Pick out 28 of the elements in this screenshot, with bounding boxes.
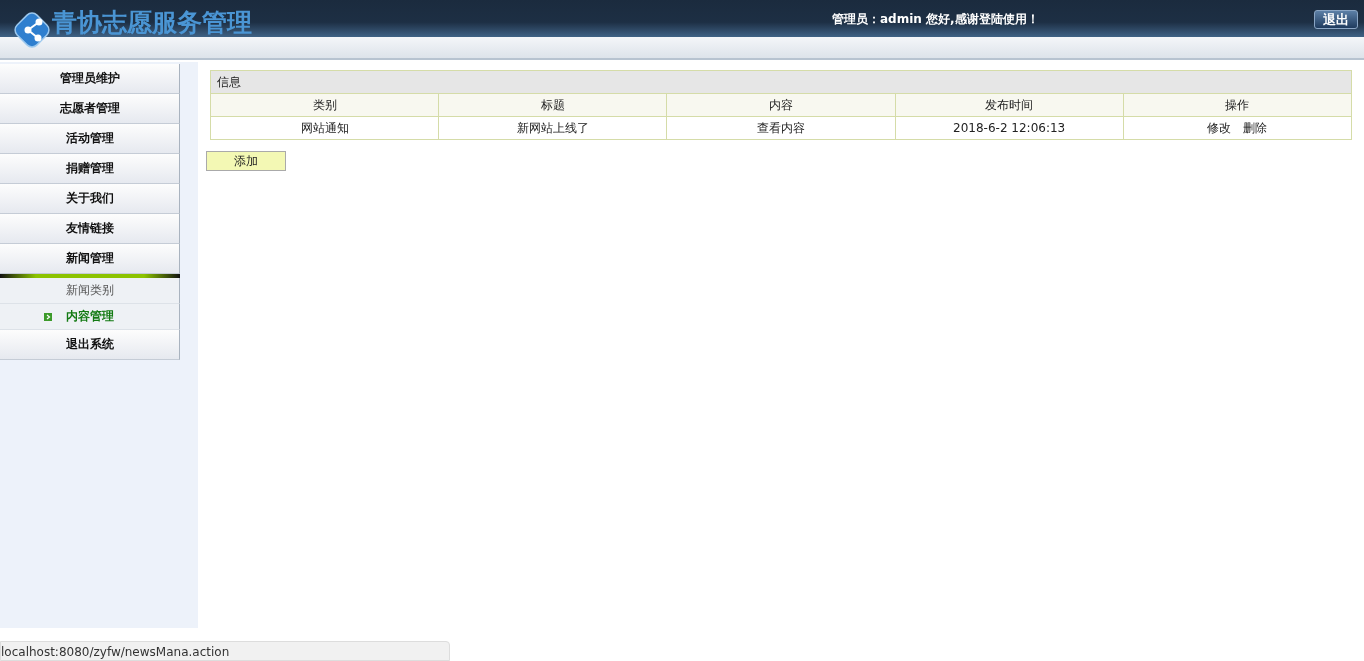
add-button[interactable]: 添加 — [206, 151, 286, 171]
submenu-item[interactable]: 新闻类别 — [0, 278, 180, 304]
action-link[interactable]: 修改 — [1207, 120, 1232, 135]
sidebar-item[interactable]: 捐赠管理 — [0, 154, 180, 184]
column-header: 发布时间 — [895, 93, 1124, 117]
sidebar-item[interactable]: 管理员维护 — [0, 64, 180, 94]
status-bar-url: localhost:8080/zyfw/newsMana.action — [0, 641, 450, 661]
column-header: 类别 — [210, 93, 439, 117]
column-header: 内容 — [666, 93, 896, 117]
sidebar-item[interactable]: 志愿者管理 — [0, 94, 180, 124]
view-content-link[interactable]: 查看内容 — [756, 120, 805, 135]
app-title: 青协志愿服务管理 — [52, 7, 252, 39]
table-cell: 网站通知 — [210, 116, 439, 140]
table-cell: 新网站上线了 — [438, 116, 667, 140]
submenu-item[interactable]: 内容管理 — [0, 304, 180, 330]
action-link[interactable]: 删除 — [1243, 120, 1268, 135]
sidebar-item[interactable]: 活动管理 — [0, 124, 180, 154]
column-header: 操作 — [1123, 93, 1352, 117]
sidebar-item[interactable]: 友情链接 — [0, 214, 180, 244]
logout-button[interactable]: 退出 — [1314, 10, 1358, 29]
arrow-icon — [44, 313, 52, 321]
sidebar-item[interactable]: 新闻管理 — [0, 244, 180, 274]
table-cell: 2018-6-2 12:06:13 — [895, 116, 1124, 140]
sidebar-item[interactable]: 关于我们 — [0, 184, 180, 214]
column-header: 标题 — [438, 93, 667, 117]
table-caption: 信息 — [210, 70, 1352, 94]
sidebar-item[interactable]: 退出系统 — [0, 330, 180, 360]
welcome-text: 管理员：admin 您好,感谢登陆使用！ — [832, 11, 1039, 28]
